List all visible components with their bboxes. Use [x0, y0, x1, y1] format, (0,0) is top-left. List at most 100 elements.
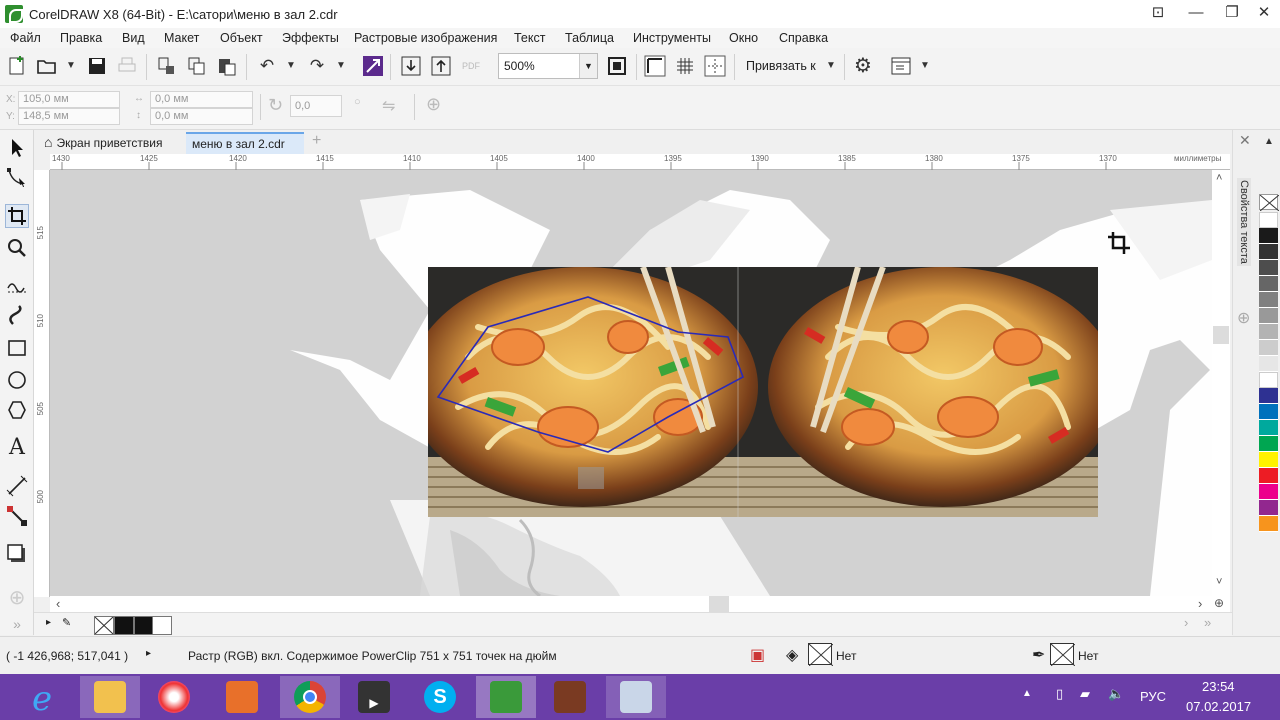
media-player-taskbar-icon[interactable]: ▶ [344, 676, 404, 718]
new-tab-icon[interactable]: + [312, 132, 321, 150]
height-field[interactable]: 0,0 мм [150, 108, 253, 125]
text-tool-icon[interactable]: A [5, 436, 29, 460]
menu-layout[interactable]: Макет [164, 31, 199, 45]
show-guidelines-icon[interactable] [704, 55, 726, 77]
scroll-down-icon[interactable]: ˅ [1216, 576, 1222, 588]
menu-help[interactable]: Справка [779, 31, 828, 45]
scroll-right-icon[interactable]: › [1198, 596, 1202, 611]
palette-swatch[interactable] [1259, 468, 1278, 484]
file-explorer-taskbar-icon[interactable] [80, 676, 140, 718]
artistic-media-tool-icon[interactable] [5, 304, 29, 328]
drawing-canvas[interactable] [50, 170, 1212, 596]
zoom-tool-icon[interactable] [5, 236, 29, 260]
rectangle-tool-icon[interactable] [5, 336, 29, 360]
office-app-taskbar-icon[interactable] [212, 676, 272, 718]
zoom-navigator-icon[interactable]: ⊕ [1214, 596, 1224, 610]
paste-icon[interactable] [216, 55, 238, 77]
document-swatch-black[interactable] [114, 616, 134, 635]
document-palette-scroll-icon[interactable]: › [1184, 615, 1188, 630]
document-palette-expand-icon[interactable]: » [1204, 615, 1211, 630]
y-position-field[interactable]: 148,5 мм [18, 108, 120, 125]
vertical-scrollbar[interactable]: ˄ ˅ [1212, 170, 1230, 596]
close-button[interactable]: ✕ [1252, 3, 1276, 23]
palette-swatch[interactable] [1259, 436, 1278, 452]
redo-dropdown-icon[interactable]: ▼ [330, 55, 352, 77]
tray-expand-icon[interactable]: ▲ [1022, 688, 1032, 699]
docker-close-icon[interactable]: ✕ [1239, 132, 1251, 149]
vertical-scroll-thumb[interactable] [1213, 326, 1229, 344]
text-properties-tab[interactable]: Свойства текста [1237, 178, 1251, 266]
full-screen-icon[interactable] [606, 55, 628, 77]
palette-swatch[interactable] [1259, 340, 1278, 356]
menu-effects[interactable]: Эффекты [282, 31, 339, 45]
input-language[interactable]: РУС [1140, 689, 1166, 704]
skype-taskbar-icon[interactable]: S [410, 676, 470, 718]
clock-date[interactable]: 07.02.2017 [1186, 699, 1251, 714]
quick-info-icon[interactable]: ⊡ [1146, 3, 1170, 23]
new-document-icon[interactable] [6, 55, 28, 77]
tab-welcome-screen[interactable]: ⌂ Экран приветствия [38, 132, 188, 154]
polygon-tool-icon[interactable] [5, 398, 29, 422]
scroll-up-icon[interactable]: ˄ [1216, 172, 1222, 184]
menu-file[interactable]: Файл [10, 31, 41, 45]
palette-swatch[interactable] [1259, 228, 1278, 244]
horizontal-scroll-thumb[interactable] [709, 596, 729, 612]
publish-pdf-icon[interactable]: PDF [460, 55, 482, 77]
menu-table[interactable]: Таблица [565, 31, 614, 45]
eyedropper-icon[interactable]: ✎ [62, 616, 71, 629]
cut-icon[interactable] [156, 55, 178, 77]
menu-bitmaps[interactable]: Растровые изображения [354, 31, 497, 45]
clock-time[interactable]: 23:54 [1202, 679, 1235, 694]
vertical-ruler[interactable]: 515 510 505 500 [34, 170, 50, 597]
palette-swatch[interactable] [1259, 212, 1278, 228]
document-swatch-none[interactable] [94, 616, 114, 635]
add-tool-icon[interactable]: ⊕ [5, 586, 29, 610]
add-icon[interactable]: ⊕ [426, 94, 441, 115]
color-proof-icon[interactable]: ▣ [750, 645, 765, 665]
status-expand-icon[interactable]: ▸ [146, 648, 151, 659]
screen-recorder-taskbar-icon[interactable] [606, 676, 666, 718]
menu-object[interactable]: Объект [220, 31, 263, 45]
zoom-dropdown-icon[interactable]: ▼ [579, 54, 597, 78]
connector-tool-icon[interactable] [5, 504, 29, 528]
width-field[interactable]: 0,0 мм [150, 91, 253, 108]
show-rulers-icon[interactable] [644, 55, 666, 77]
maximize-button[interactable]: ❐ [1220, 3, 1244, 23]
save-icon[interactable] [86, 55, 108, 77]
open-folder-icon[interactable] [36, 55, 58, 77]
menu-text[interactable]: Текст [514, 31, 545, 45]
drop-shadow-tool-icon[interactable] [5, 542, 29, 566]
document-swatch-black[interactable] [134, 616, 154, 635]
snap-dropdown-icon[interactable]: ▼ [820, 55, 842, 77]
launcher-dropdown-icon[interactable]: ▼ [914, 55, 936, 77]
docker-add-icon[interactable]: ⊕ [1237, 308, 1250, 328]
document-swatch-white[interactable] [152, 616, 172, 635]
horizontal-scrollbar[interactable]: ‹ › ⊕ [50, 596, 1230, 612]
palette-swatch[interactable] [1259, 484, 1278, 500]
print-icon[interactable] [116, 55, 138, 77]
battery-icon[interactable]: ▯ [1056, 686, 1063, 702]
pick-tool-icon[interactable] [5, 136, 29, 160]
palette-swatch[interactable] [1259, 404, 1278, 420]
import-icon[interactable] [400, 55, 422, 77]
zoom-combo[interactable]: 500% ▼ [498, 53, 598, 79]
menu-edit[interactable]: Правка [60, 31, 102, 45]
open-dropdown-icon[interactable]: ▼ [60, 55, 82, 77]
undo-dropdown-icon[interactable]: ▼ [280, 55, 302, 77]
palette-swatch[interactable] [1259, 308, 1278, 324]
corel-connect-icon[interactable] [362, 55, 384, 77]
horizontal-ruler[interactable]: 1430 1425 1420 1415 1410 1405 1400 1395 … [50, 154, 1230, 170]
minimize-button[interactable]: — [1184, 3, 1208, 23]
palette-swatch[interactable] [1259, 292, 1278, 308]
palette-scroll-up-icon[interactable]: ▲ [1264, 136, 1274, 147]
outline-pen-icon[interactable]: ✒ [1032, 645, 1045, 665]
menu-window[interactable]: Окно [729, 31, 758, 45]
undo-icon[interactable]: ↶ [256, 55, 278, 77]
fill-icon[interactable]: ◈ [786, 645, 798, 665]
palette-swatch[interactable] [1259, 388, 1278, 404]
palette-swatch[interactable] [1259, 260, 1278, 276]
coreldraw-taskbar-icon[interactable] [476, 676, 536, 718]
network-icon[interactable]: ▰ [1080, 686, 1090, 702]
palette-swatch[interactable] [1259, 372, 1278, 388]
copy-icon[interactable] [186, 55, 208, 77]
